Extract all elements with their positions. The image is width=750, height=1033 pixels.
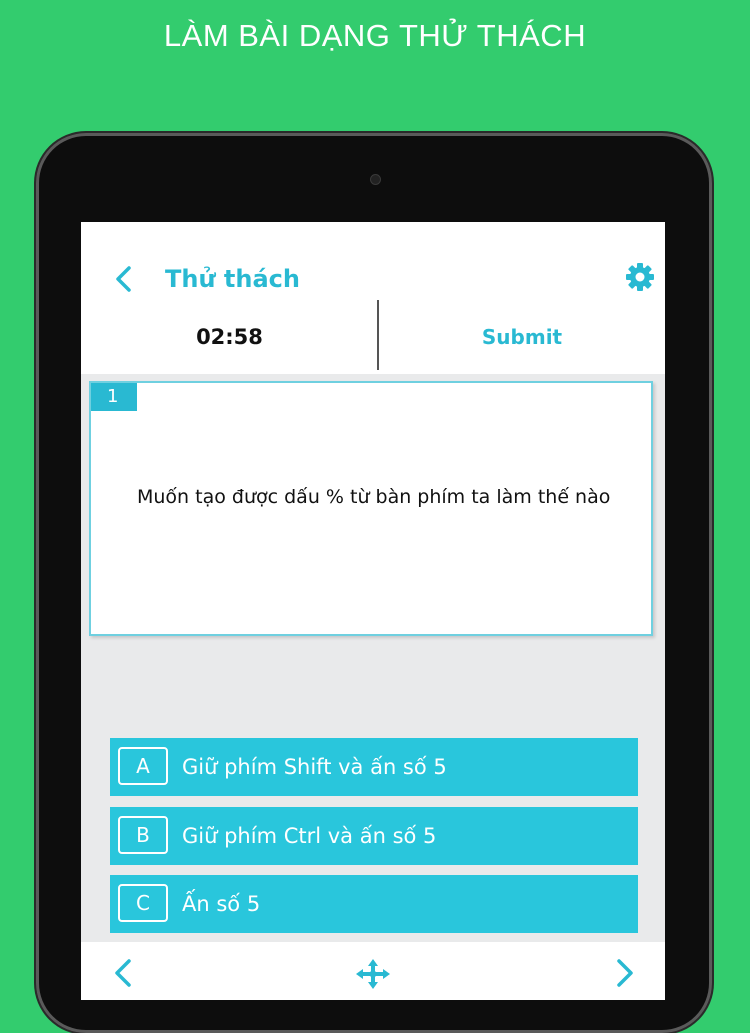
back-button[interactable]	[109, 262, 139, 296]
question-number-badge: 1	[91, 383, 137, 411]
previous-question-button[interactable]	[107, 956, 139, 990]
next-question-button[interactable]	[609, 956, 641, 990]
countdown-timer: 02:58	[196, 325, 263, 349]
answer-option-b[interactable]: B Giữ phím Ctrl và ấn số 5	[110, 807, 638, 865]
settings-button[interactable]	[623, 260, 657, 294]
answer-letter: B	[118, 816, 168, 854]
answer-letter: A	[118, 747, 168, 785]
camera-icon	[370, 174, 381, 185]
move-arrows-icon	[356, 959, 390, 989]
question-card: 1 Muốn tạo được dấu % từ bàn phím ta làm…	[89, 381, 653, 636]
gear-icon	[626, 263, 654, 291]
page-title: Thử thách	[165, 265, 300, 293]
quiz-toolbar: 02:58 Submit	[81, 300, 665, 374]
question-list-button[interactable]	[353, 958, 393, 990]
banner-title: LÀM BÀI DẠNG THỬ THÁCH	[163, 18, 587, 53]
chevron-right-icon	[617, 959, 633, 987]
answer-letter: C	[118, 884, 168, 922]
answer-text: Ấn số 5	[182, 892, 261, 916]
app-screen: Thử thách 02:58 Submit 1 Muốn tạo được d…	[81, 222, 665, 1000]
question-text: Muốn tạo được dấu % từ bàn phím ta làm t…	[137, 486, 611, 508]
bottom-navigation	[81, 942, 665, 1000]
answer-text: Giữ phím Shift và ấn số 5	[182, 755, 447, 779]
answer-text: Giữ phím Ctrl và ấn số 5	[182, 824, 437, 848]
submit-button[interactable]: Submit	[379, 300, 665, 374]
app-header: Thử thách	[81, 222, 665, 300]
answer-option-a[interactable]: A Giữ phím Shift và ấn số 5	[110, 738, 638, 796]
answer-option-c[interactable]: C Ấn số 5	[110, 875, 638, 933]
chevron-left-icon	[115, 959, 131, 987]
chevron-left-icon	[116, 266, 131, 292]
